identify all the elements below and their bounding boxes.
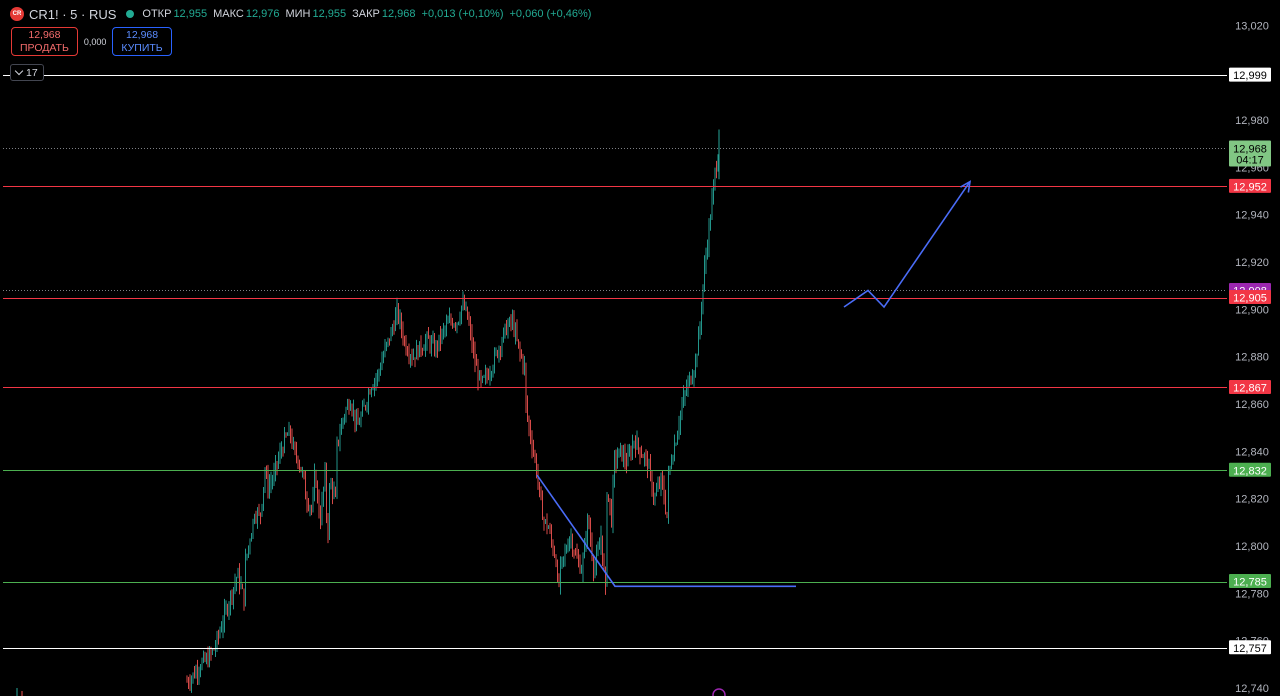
price-axis[interactable]: 13,02012,98012,96012,94012,92012,90012,8… [1229,20,1271,695]
axis-tick-label: 12,920 [1235,257,1269,269]
bar-countdown-label: 04:17 [1236,154,1264,166]
low-label: МИН [285,8,311,20]
high-label: МАКС [213,8,244,20]
symbol-logo-icon: CR [10,7,24,21]
price-line-label[interactable]: 12,999 [1233,70,1267,82]
market-status-icon [126,10,135,18]
price-line-label[interactable]: 12,785 [1233,577,1267,589]
close-label: ЗАКР [352,8,380,20]
change-value: +0,013 (+0,10%) [421,8,504,20]
price-line-label[interactable]: 12,757 [1233,643,1267,655]
change-value-2: +0,060 (+0,46%) [509,8,592,20]
price-line-label[interactable]: 12,952 [1233,181,1267,193]
price-line-label[interactable]: 12,832 [1233,465,1267,477]
arrow-head-icon [960,180,972,193]
axis-tick-label: 12,840 [1235,446,1269,458]
open-value: 12,955 [173,8,208,20]
symbol-title[interactable]: CR1! · 5 · RUS [29,7,116,22]
low-value: 12,955 [312,8,347,20]
trend-path-drawing[interactable] [536,474,796,588]
spread-value: 0,000 [83,36,107,47]
axis-tick-label: 12,780 [1235,588,1269,600]
high-value: 12,976 [245,8,280,20]
axis-tick-label: 12,860 [1235,399,1269,411]
symbol-legend: CR CR1! · 5 · RUS ОТКР 12,955 МАКС 12,97… [10,5,597,23]
sell-button[interactable]: 12,968 ПРОДАТЬ [11,27,78,56]
axis-tick-label: 12,820 [1235,494,1269,506]
price-line-label[interactable]: 12,905 [1233,293,1267,305]
drawing-annotations[interactable] [536,180,972,588]
axis-tick-label: 12,940 [1235,210,1269,222]
price-line-label[interactable]: 12,867 [1233,382,1267,394]
price-chart[interactable]: 13,02012,98012,96012,94012,92012,90012,8… [0,0,1280,696]
axis-tick-label: 13,020 [1235,20,1269,32]
indicators-toggle-button[interactable]: 17 [10,64,44,81]
buy-label: КУПИТЬ [121,42,163,54]
buy-button[interactable]: 12,968 КУПИТЬ [112,27,172,56]
open-label: ОТКР [142,8,172,20]
horizontal-price-lines[interactable] [3,75,1227,649]
trade-panel: 12,968 ПРОДАТЬ 0,000 12,968 КУПИТЬ [11,27,172,56]
trend-path-drawing[interactable] [843,181,971,309]
sell-label: ПРОДАТЬ [20,42,69,54]
axis-tick-label: 12,980 [1235,115,1269,127]
alert-marker-icon[interactable] [712,688,726,696]
close-value: 12,968 [381,8,416,20]
axis-tick-label: 12,740 [1235,683,1269,695]
sell-price: 12,968 [28,29,61,41]
buy-price: 12,968 [125,29,159,41]
candle-series [16,129,720,696]
axis-tick-label: 12,900 [1235,304,1269,316]
axis-tick-label: 12,880 [1235,352,1269,364]
axis-tick-label: 12,800 [1235,541,1269,553]
chevron-down-icon [14,66,24,76]
indicators-count: 17 [26,66,38,79]
